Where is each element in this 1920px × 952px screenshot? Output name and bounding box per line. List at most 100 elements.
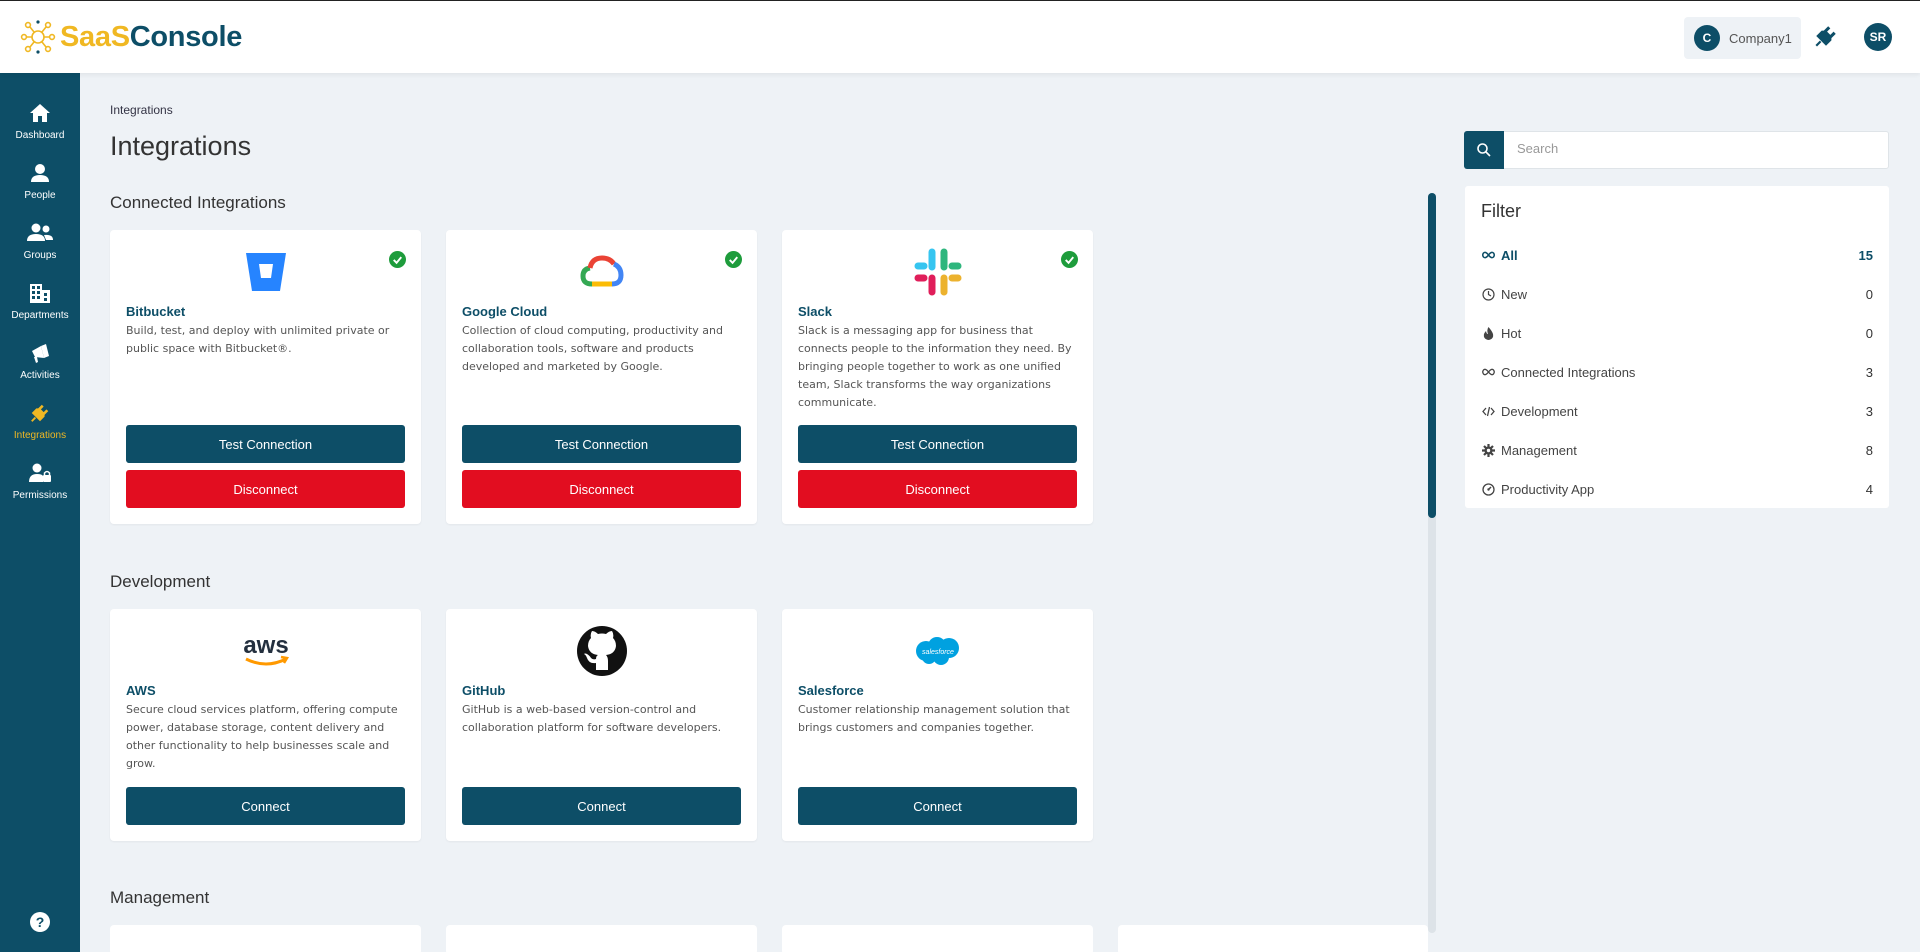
filter-item-connected-integrations[interactable]: Connected Integrations 3 <box>1481 360 1873 384</box>
company-selector[interactable]: C Company1 <box>1684 17 1801 59</box>
salesforce-logo-icon: salesforce <box>912 625 964 677</box>
filter-label: Management <box>1501 442 1577 458</box>
filter-label: All <box>1501 247 1518 263</box>
user-lock-icon <box>27 460 53 486</box>
sidebar-item-dashboard[interactable]: Dashboard <box>0 100 80 156</box>
integration-card-slack: Slack Slack is a messaging app for busin… <box>782 230 1093 524</box>
bitbucket-logo-icon <box>240 246 292 298</box>
filter-item-new[interactable]: New 0 <box>1481 282 1873 306</box>
filter-label: Productivity App <box>1501 481 1595 497</box>
top-bar: SaaSConsole C Company1 SR <box>0 0 1920 73</box>
sidebar: Dashboard People Groups Departments Acti… <box>0 73 80 952</box>
search-input[interactable] <box>1517 141 1877 156</box>
disconnect-button[interactable]: Disconnect <box>462 470 741 508</box>
github-logo-icon <box>576 625 628 677</box>
filter-title: Filter <box>1481 201 1521 221</box>
search-icon <box>1477 143 1491 157</box>
sidebar-item-label: Departments <box>11 310 69 321</box>
user-avatar[interactable]: SR <box>1864 23 1892 51</box>
filter-label: New <box>1501 286 1528 302</box>
card-description: Customer relationship management solutio… <box>798 703 1070 734</box>
filter-item-all[interactable]: All 15 <box>1481 243 1873 267</box>
integration-card-partial <box>446 925 757 952</box>
card-description: GitHub is a web-based version-control an… <box>462 703 722 734</box>
connect-button[interactable]: Connect <box>462 787 741 825</box>
sidebar-item-label: Activities <box>20 370 60 381</box>
card-title: Slack <box>798 304 832 319</box>
sidebar-item-label: Groups <box>23 250 57 261</box>
section-title-connected: Connected Integrations <box>110 193 286 212</box>
test-connection-button[interactable]: Test Connection <box>126 425 405 463</box>
card-title: Bitbucket <box>126 304 186 319</box>
app-logo[interactable]: SaaSConsole <box>20 19 242 55</box>
search-button[interactable] <box>1464 131 1504 169</box>
sidebar-item-permissions[interactable]: Permissions <box>0 460 80 516</box>
sidebar-item-label: People <box>24 190 56 201</box>
gauge-icon <box>1481 482 1495 496</box>
connect-button[interactable]: Connect <box>798 787 1077 825</box>
integration-card-partial <box>1118 925 1428 952</box>
sidebar-item-departments[interactable]: Departments <box>0 280 80 336</box>
building-icon <box>27 280 53 306</box>
filter-count: 15 <box>1858 247 1873 263</box>
sidebar-item-activities[interactable]: Activities <box>0 340 80 396</box>
integration-card-salesforce: salesforce Salesforce Customer relations… <box>782 609 1093 841</box>
search-box <box>1464 131 1889 169</box>
filter-label: Hot <box>1501 325 1522 341</box>
disconnect-button[interactable]: Disconnect <box>126 470 405 508</box>
connected-check-icon <box>725 251 742 268</box>
filter-count: 3 <box>1865 364 1873 380</box>
sidebar-item-people[interactable]: People <box>0 160 80 216</box>
company-name: Company1 <box>1729 30 1792 46</box>
fire-icon <box>1481 326 1495 340</box>
aws-logo-icon: aws <box>240 625 292 677</box>
filter-count: 0 <box>1865 325 1873 341</box>
help-button[interactable]: ? <box>30 912 50 932</box>
filter-panel: Filter All 15 New 0 Hot 0 Connected Inte… <box>1465 186 1889 508</box>
filter-item-hot[interactable]: Hot 0 <box>1481 321 1873 345</box>
google-cloud-logo-icon <box>576 246 628 298</box>
clock-icon <box>1481 287 1495 301</box>
integration-card-bitbucket: Bitbucket Build, test, and deploy with u… <box>110 230 421 524</box>
person-icon <box>27 160 53 186</box>
sidebar-item-label: Permissions <box>12 490 68 501</box>
sidebar-item-label: Dashboard <box>15 130 65 141</box>
content-scrollbar-thumb[interactable] <box>1428 193 1436 518</box>
card-title: Google Cloud <box>462 304 548 319</box>
filter-label: Connected Integrations <box>1501 364 1636 380</box>
disconnect-button[interactable]: Disconnect <box>798 470 1077 508</box>
slack-logo-icon <box>912 246 964 298</box>
svg-text:salesforce: salesforce <box>922 649 954 656</box>
sidebar-item-integrations[interactable]: Integrations <box>0 400 80 456</box>
section-title-development: Development <box>110 572 211 591</box>
section-title-management: Management <box>110 888 210 907</box>
integration-card-partial <box>782 925 1093 952</box>
svg-text:aws: aws <box>243 632 288 659</box>
test-connection-button[interactable]: Test Connection <box>462 425 741 463</box>
page-title: Integrations <box>110 131 252 161</box>
filter-count: 4 <box>1865 481 1873 497</box>
test-connection-button[interactable]: Test Connection <box>798 425 1077 463</box>
card-title: GitHub <box>462 683 506 698</box>
integration-card-google-cloud: Google Cloud Collection of cloud computi… <box>446 230 757 524</box>
integration-card-aws: aws AWS Secure cloud services platform, … <box>110 609 421 841</box>
filter-count: 8 <box>1865 442 1873 458</box>
infinity-icon <box>1481 248 1495 262</box>
integration-card-github: GitHub GitHub is a web-based version-con… <box>446 609 757 841</box>
filter-item-development[interactable]: Development 3 <box>1481 399 1873 423</box>
code-icon <box>1481 404 1495 418</box>
integrations-shortcut-icon[interactable] <box>1813 23 1839 49</box>
filter-label: Development <box>1501 403 1578 419</box>
plug-icon <box>27 400 53 426</box>
megaphone-icon <box>27 340 53 366</box>
breadcrumb[interactable]: Integrations <box>110 103 173 117</box>
groups-icon <box>27 220 53 246</box>
connected-check-icon <box>389 251 406 268</box>
card-title: Salesforce <box>798 683 864 698</box>
filter-item-management[interactable]: Management 8 <box>1481 438 1873 462</box>
sidebar-item-groups[interactable]: Groups <box>0 220 80 276</box>
filter-item-productivity-app[interactable]: Productivity App 4 <box>1481 477 1873 501</box>
card-description: Slack is a messaging app for business th… <box>798 324 1072 409</box>
connect-button[interactable]: Connect <box>126 787 405 825</box>
integration-card-partial <box>110 925 421 952</box>
